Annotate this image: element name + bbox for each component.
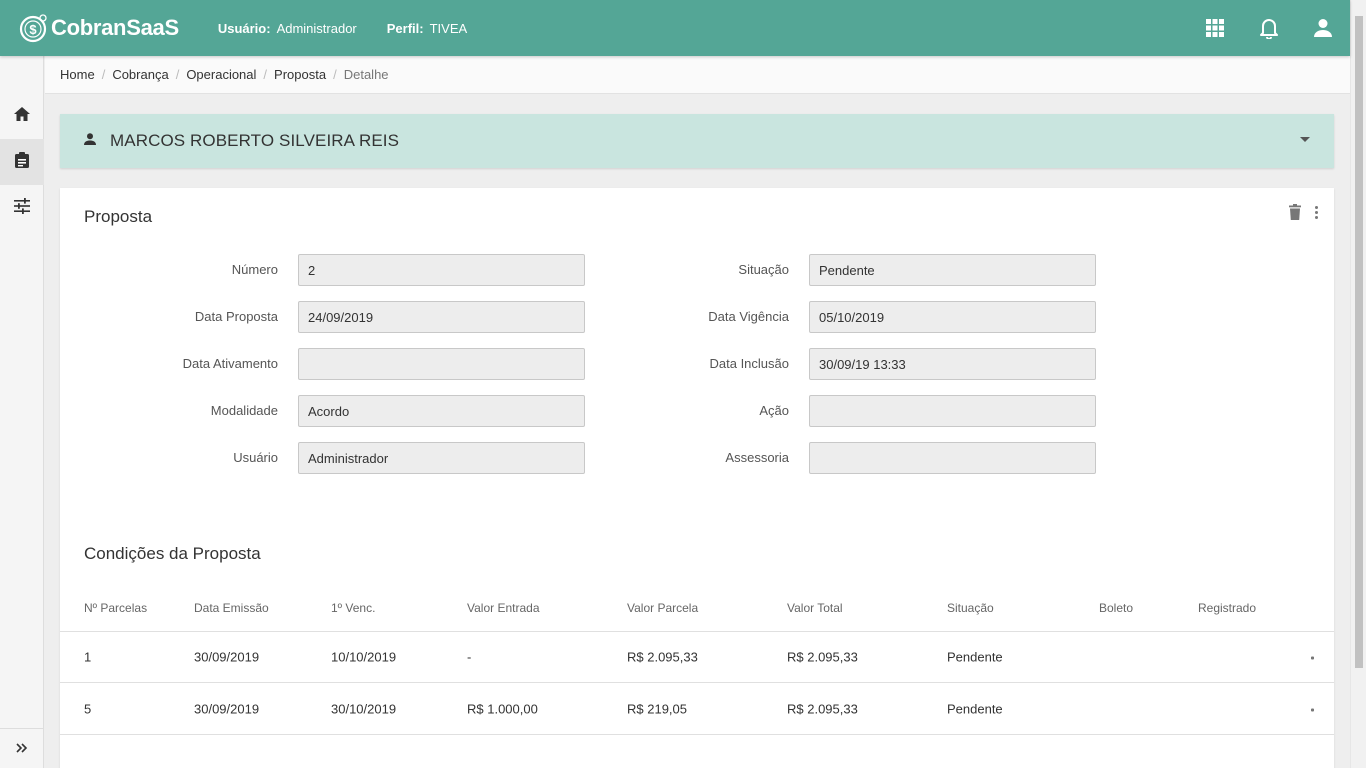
apps-grid-icon[interactable]	[1188, 0, 1242, 56]
cell-valor-parcela: R$ 2.095,33	[627, 649, 698, 664]
cell-valor-total: R$ 2.095,33	[787, 649, 858, 664]
usuario-label: Usuário	[233, 450, 278, 465]
cell-valor-entrada: -	[467, 649, 472, 664]
top-app-bar: $ CobranSaaS Usuário: Administrador Perf…	[0, 0, 1350, 56]
expand-caret-icon[interactable]	[1300, 137, 1310, 142]
cell-data-emissao: 30/09/2019	[194, 701, 260, 716]
logo-text: CobranSaaS	[51, 15, 179, 40]
sidebar-expand-button[interactable]	[0, 728, 44, 768]
cell-valor-parcela: R$ 219,05	[627, 701, 687, 716]
modalidade-input[interactable]	[298, 395, 585, 427]
more-vert-icon[interactable]	[1315, 205, 1318, 220]
proposal-title: Proposta	[84, 207, 153, 226]
field-assessoria: Assessoria	[660, 442, 1140, 474]
col-data-emissao[interactable]: Data Emissão	[194, 601, 269, 615]
field-data-inclusao: Data Inclusão	[660, 348, 1140, 380]
col-boleto[interactable]: Boleto	[1099, 601, 1133, 615]
scrollbar-thumb[interactable]	[1355, 16, 1363, 668]
breadcrumb-detalhe: Detalhe	[343, 67, 389, 82]
field-situacao: Situação	[660, 254, 1140, 286]
situacao-label: Situação	[738, 262, 789, 277]
breadcrumb-cobranca[interactable]: Cobrança	[112, 67, 168, 82]
svg-text:$: $	[29, 22, 37, 37]
field-modalidade: Modalidade	[60, 395, 660, 427]
cell-situacao: Pendente	[947, 649, 1003, 664]
breadcrumb: Home / Cobrança / Operacional / Proposta…	[45, 56, 1350, 94]
data-ativamento-label: Data Ativamento	[182, 356, 278, 371]
customer-panel-header[interactable]: MARCOS ROBERTO SILVEIRA REIS	[60, 114, 1334, 168]
cell-primeiro-venc: 30/10/2019	[331, 701, 397, 716]
customer-name: MARCOS ROBERTO SILVEIRA REIS	[110, 131, 400, 150]
table-row[interactable]: 1 30/09/2019 10/10/2019 - R$ 2.095,33 R$…	[60, 631, 1334, 683]
field-numero: Número	[60, 254, 660, 286]
data-inclusao-input[interactable]	[809, 348, 1096, 380]
usuario-input[interactable]	[298, 442, 585, 474]
assessoria-input[interactable]	[809, 442, 1096, 474]
person-icon	[84, 132, 96, 150]
bell-icon[interactable]	[1242, 0, 1296, 56]
acao-input[interactable]	[809, 395, 1096, 427]
sidebar-item-settings[interactable]	[0, 185, 44, 231]
cell-situacao: Pendente	[947, 701, 1003, 716]
field-data-vigencia: Data Vigência	[660, 301, 1140, 333]
col-registrado[interactable]: Registrado	[1198, 601, 1256, 615]
field-data-ativamento: Data Ativamento	[60, 348, 660, 380]
user-label: Usuário:	[217, 20, 271, 36]
current-user: Usuário: Administrador	[218, 21, 357, 36]
situacao-input[interactable]	[809, 254, 1096, 286]
col-valor-total[interactable]: Valor Total	[787, 601, 843, 615]
cell-valor-entrada: R$ 1.000,00	[467, 701, 538, 716]
proposal-card: Proposta Número Data Proposta Data Ativa…	[60, 188, 1334, 768]
user-value: Administrador	[276, 20, 357, 36]
col-situacao[interactable]: Situação	[947, 601, 994, 615]
field-acao: Ação	[660, 395, 1140, 427]
col-valor-entrada[interactable]: Valor Entrada	[467, 601, 540, 615]
account-icon[interactable]	[1296, 0, 1350, 56]
field-usuario: Usuário	[60, 442, 660, 474]
cell-parcelas: 5	[84, 701, 92, 716]
data-proposta-input[interactable]	[298, 301, 585, 333]
cell-valor-total: R$ 2.095,33	[787, 701, 858, 716]
page-scrollbar[interactable]	[1350, 0, 1366, 768]
data-inclusao-label: Data Inclusão	[709, 356, 790, 371]
col-parcelas[interactable]: Nº Parcelas	[84, 601, 147, 615]
delete-icon[interactable]	[1289, 204, 1301, 220]
side-nav	[0, 56, 44, 768]
sliders-icon	[14, 197, 30, 219]
profile-label: Perfil:	[386, 20, 424, 36]
cell-data-emissao: 30/09/2019	[194, 649, 260, 664]
numero-input[interactable]	[298, 254, 585, 286]
double-chevron-right-icon	[16, 740, 28, 758]
modalidade-label: Modalidade	[210, 403, 278, 418]
cell-primeiro-venc: 10/10/2019	[331, 649, 397, 664]
current-profile: Perfil: TIVEA	[387, 21, 467, 36]
col-valor-parcela[interactable]: Valor Parcela	[627, 601, 698, 615]
acao-label: Ação	[759, 403, 789, 418]
conditions-table-header: Nº Parcelas Data Emissão 1º Venc. Valor …	[60, 585, 1334, 632]
breadcrumb-proposta[interactable]: Proposta	[274, 67, 326, 82]
logo-coin-icon: $	[19, 13, 49, 43]
numero-label: Número	[231, 262, 278, 277]
data-proposta-label: Data Proposta	[194, 309, 278, 324]
breadcrumb-operacional[interactable]: Operacional	[186, 67, 256, 82]
data-vigencia-input[interactable]	[809, 301, 1096, 333]
cell-parcelas: 1	[84, 649, 92, 664]
breadcrumb-home[interactable]: Home	[60, 67, 95, 82]
data-ativamento-input[interactable]	[298, 348, 585, 380]
field-data-proposta: Data Proposta	[60, 301, 660, 333]
app-logo[interactable]: $ CobranSaaS	[19, 13, 179, 43]
assessoria-label: Assessoria	[725, 450, 789, 465]
sidebar-item-home[interactable]	[0, 93, 44, 139]
table-row[interactable]: 5 30/09/2019 30/10/2019 R$ 1.000,00 R$ 2…	[60, 683, 1334, 735]
sidebar-item-cobranca[interactable]	[0, 139, 44, 185]
clipboard-icon	[15, 151, 29, 173]
profile-value: TIVEA	[429, 20, 468, 36]
col-primeiro-venc[interactable]: 1º Venc.	[331, 601, 375, 615]
home-icon	[14, 106, 30, 126]
data-vigencia-label: Data Vigência	[708, 309, 789, 324]
conditions-title: Condições da Proposta	[84, 544, 261, 563]
